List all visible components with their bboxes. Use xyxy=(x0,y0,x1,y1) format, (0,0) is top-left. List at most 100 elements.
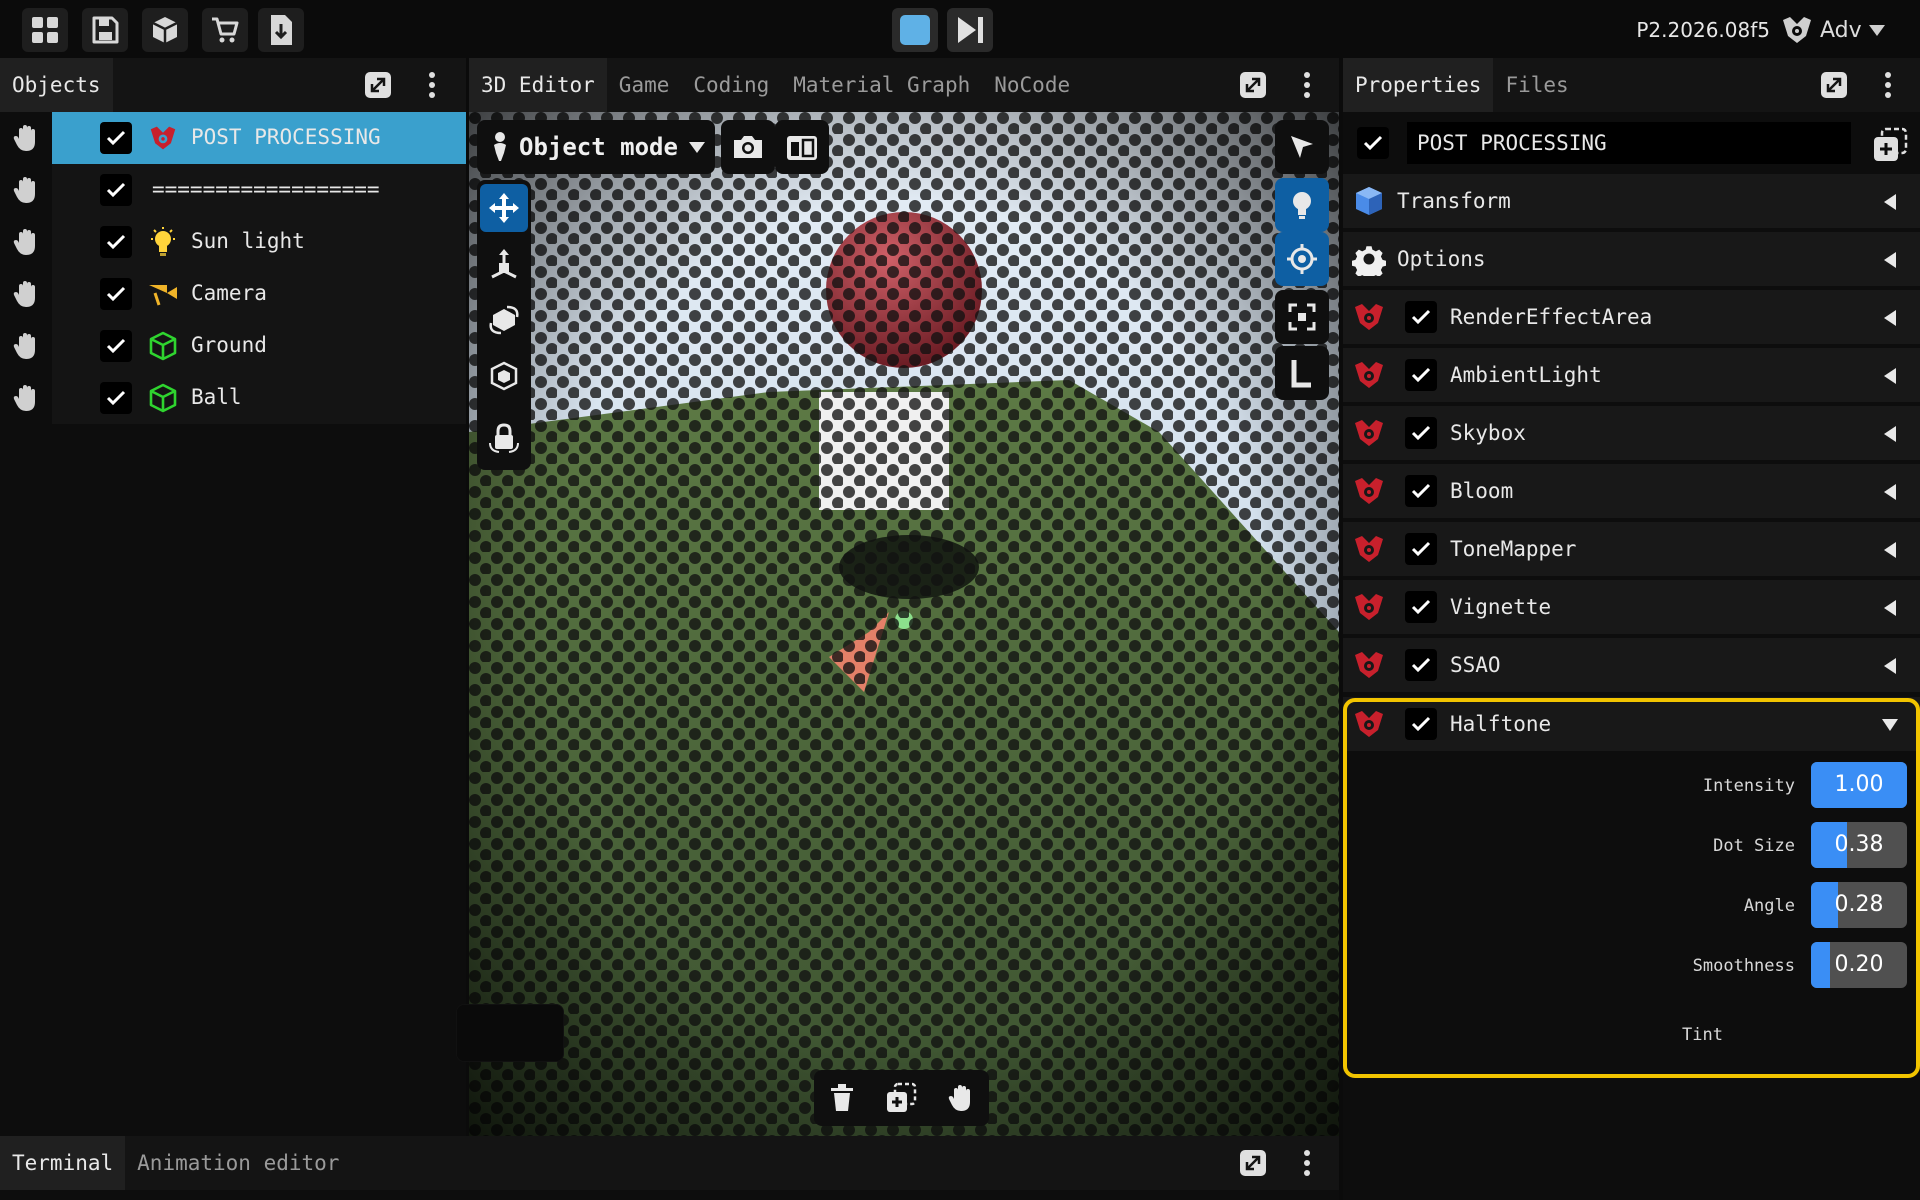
component-enabled-checkbox[interactable] xyxy=(1405,591,1437,623)
section-label: Skybox xyxy=(1450,421,1526,445)
section-ssao[interactable]: SSAO xyxy=(1343,638,1920,692)
expand-terminal-button[interactable] xyxy=(1236,1146,1270,1180)
terminal-body[interactable] xyxy=(0,1190,1339,1200)
scene-render[interactable] xyxy=(469,112,1339,1136)
focus-target-button[interactable] xyxy=(1275,232,1329,286)
section-skybox[interactable]: Skybox xyxy=(1343,406,1920,460)
angle-slider[interactable]: 0.28 xyxy=(1811,882,1907,928)
component-enabled-checkbox[interactable] xyxy=(1405,649,1437,681)
duplicate-button[interactable] xyxy=(877,1074,925,1122)
object-row-post-processing[interactable]: POST PROCESSING xyxy=(0,112,466,164)
section-options[interactable]: Options xyxy=(1343,232,1920,286)
rotate-tool[interactable] xyxy=(480,296,528,344)
tab-material-graph[interactable]: Material Graph xyxy=(781,58,982,112)
visibility-checkbox[interactable] xyxy=(100,382,132,414)
object-row-separator[interactable]: ================== xyxy=(0,164,466,216)
cube-button[interactable] xyxy=(142,8,188,52)
objects-menu-button[interactable] xyxy=(415,68,449,102)
tab-properties[interactable]: Properties xyxy=(1343,58,1494,112)
component-enabled-checkbox[interactable] xyxy=(1405,301,1437,333)
collapse-left-icon xyxy=(1878,248,1902,272)
expand-properties-button[interactable] xyxy=(1817,68,1851,102)
intensity-slider[interactable]: 1.00 xyxy=(1811,762,1907,808)
object-mode-select[interactable]: Object mode xyxy=(477,120,715,174)
expand-objects-button[interactable] xyxy=(361,68,395,102)
drag-handle[interactable] xyxy=(8,172,44,208)
terminal-menu-button[interactable] xyxy=(1290,1146,1324,1180)
stop-button[interactable] xyxy=(892,8,938,52)
grid-button[interactable] xyxy=(22,8,68,52)
expand-icon xyxy=(1240,72,1266,98)
tab-nocode[interactable]: NoCode xyxy=(982,58,1082,112)
drag-handle[interactable] xyxy=(8,380,44,416)
viewport-menu-button[interactable] xyxy=(1290,68,1324,102)
section-vignette[interactable]: Vignette xyxy=(1343,580,1920,634)
screenshot-button[interactable] xyxy=(721,120,775,174)
smoothness-slider[interactable]: 0.20 xyxy=(1811,942,1907,988)
tab-coding[interactable]: Coding xyxy=(681,58,781,112)
tab-files[interactable]: Files xyxy=(1493,58,1580,112)
collapse-left-icon xyxy=(1878,538,1902,562)
visibility-checkbox[interactable] xyxy=(100,122,132,154)
visibility-checkbox[interactable] xyxy=(100,278,132,310)
section-ambientlight[interactable]: AmbientLight xyxy=(1343,348,1920,402)
target-icon xyxy=(1287,244,1317,274)
object-row-sun-light[interactable]: Sun light xyxy=(0,216,466,268)
section-label: Transform xyxy=(1397,189,1511,213)
visibility-checkbox[interactable] xyxy=(100,174,132,206)
collapse-left-icon xyxy=(1878,480,1902,504)
drag-handle[interactable] xyxy=(8,120,44,156)
user-menu[interactable]: Adv xyxy=(1780,10,1910,50)
lighting-toggle-button[interactable] xyxy=(1275,178,1329,232)
component-enabled-checkbox[interactable] xyxy=(1405,417,1437,449)
component-enabled-checkbox[interactable] xyxy=(1405,475,1437,507)
lock-rotate-tool[interactable] xyxy=(480,414,528,462)
tab-game[interactable]: Game xyxy=(607,58,682,112)
view-toggle-button[interactable] xyxy=(775,120,829,174)
local-space-button[interactable] xyxy=(1275,346,1329,400)
save-button[interactable] xyxy=(82,8,128,52)
tint-color-swatch[interactable] xyxy=(456,1004,564,1062)
visibility-checkbox[interactable] xyxy=(100,330,132,362)
fit-view-button[interactable] xyxy=(1275,290,1329,344)
object-mode-label: Object mode xyxy=(519,133,678,161)
store-button[interactable] xyxy=(202,8,248,52)
add-component-button[interactable] xyxy=(1869,124,1911,166)
tab-terminal[interactable]: Terminal xyxy=(0,1136,126,1190)
tab-animation-editor[interactable]: Animation editor xyxy=(125,1136,351,1190)
viewport-3d[interactable]: Object mode xyxy=(469,112,1339,1136)
bottom-panel-header: Terminal Animation editor xyxy=(0,1136,1339,1190)
add-component-icon xyxy=(1874,127,1908,161)
object-row-ball[interactable]: Ball xyxy=(0,372,466,424)
dot-size-slider[interactable]: 0.38 xyxy=(1811,822,1907,868)
drag-handle[interactable] xyxy=(8,328,44,364)
drag-handle[interactable] xyxy=(8,276,44,312)
select-pointer-button[interactable] xyxy=(1275,120,1329,174)
properties-menu-button[interactable] xyxy=(1871,68,1905,102)
section-bloom[interactable]: Bloom xyxy=(1343,464,1920,518)
component-enabled-checkbox[interactable] xyxy=(1405,359,1437,391)
grid-icon xyxy=(32,17,58,43)
move-tool[interactable] xyxy=(480,184,528,232)
expand-viewport-button[interactable] xyxy=(1236,68,1270,102)
delete-button[interactable] xyxy=(818,1074,866,1122)
grab-button[interactable] xyxy=(937,1074,985,1122)
section-tonemapper[interactable]: ToneMapper xyxy=(1343,522,1920,576)
export-button[interactable] xyxy=(258,8,304,52)
object-row-ground[interactable]: Ground xyxy=(0,320,466,372)
drag-handle[interactable] xyxy=(8,224,44,260)
visibility-checkbox[interactable] xyxy=(100,226,132,258)
translate-axis-tool[interactable] xyxy=(480,240,528,288)
tab-3d-editor[interactable]: 3D Editor xyxy=(469,58,607,112)
section-transform[interactable]: Transform xyxy=(1343,174,1920,228)
step-forward-button[interactable] xyxy=(947,8,993,52)
object-enabled-checkbox[interactable] xyxy=(1357,127,1389,159)
cube-icon xyxy=(1351,184,1387,218)
section-rendereffectarea[interactable]: RenderEffectArea xyxy=(1343,290,1920,344)
objects-panel: Objects POST PROCESSING ================… xyxy=(0,58,466,1136)
object-row-camera[interactable]: Camera xyxy=(0,268,466,320)
component-enabled-checkbox[interactable] xyxy=(1405,533,1437,565)
scale-tool[interactable] xyxy=(480,352,528,400)
tab-objects[interactable]: Objects xyxy=(0,58,113,112)
object-name-input[interactable]: POST PROCESSING xyxy=(1407,122,1851,164)
